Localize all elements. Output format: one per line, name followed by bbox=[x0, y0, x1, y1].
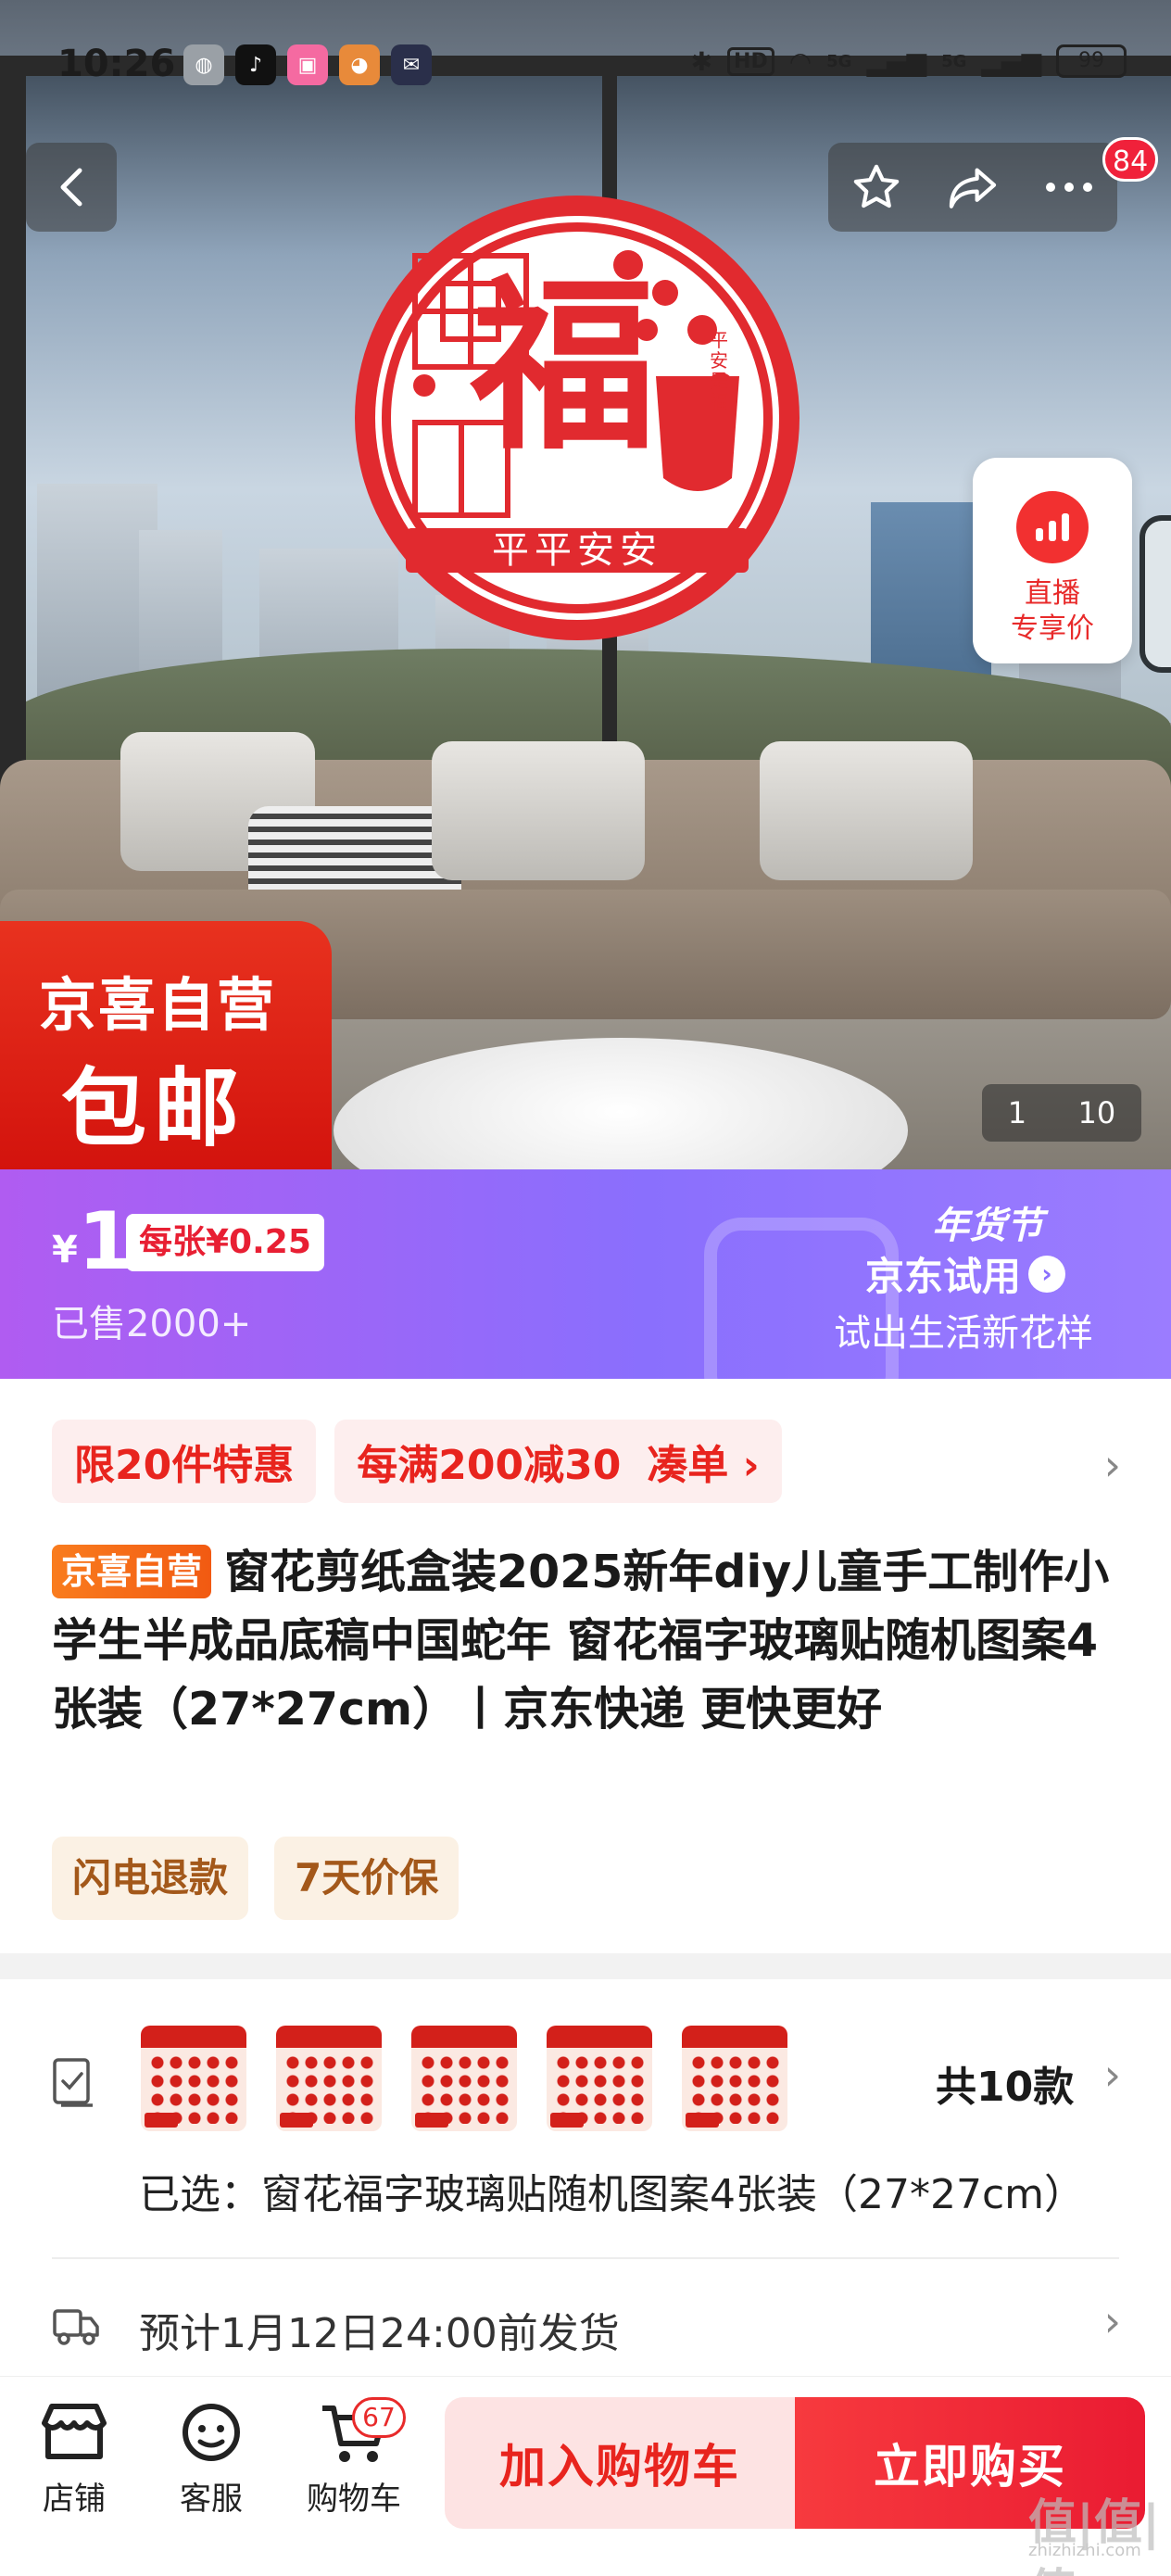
battery-icon: 99 bbox=[1056, 44, 1127, 78]
service-fast-refund[interactable]: 闪电退款 bbox=[52, 1837, 249, 1920]
signal-icon: ▂▄▆ bbox=[981, 45, 1041, 77]
variant-thumbnails[interactable] bbox=[141, 2026, 787, 2131]
top-actions bbox=[828, 143, 1117, 232]
variant-thumbnail[interactable] bbox=[547, 2026, 652, 2131]
price-amount: 1 bbox=[78, 1195, 133, 1288]
image-index: 1 bbox=[1007, 1095, 1027, 1130]
selected-variant[interactable]: 已选：窗花福字玻璃贴随机图案4张装（27*27cm） bbox=[139, 2161, 1149, 2220]
promo-row[interactable]: 限20件特惠 每满200减30 凑单 › bbox=[52, 1420, 782, 1503]
sold-count: 已售2000+ bbox=[52, 1303, 252, 1345]
jd-trial-link[interactable]: 京东试用 › bbox=[865, 1245, 1066, 1302]
chevron-right-icon: › bbox=[1028, 1255, 1066, 1293]
favorite-button[interactable] bbox=[828, 143, 925, 232]
currency-symbol: ¥ bbox=[52, 1229, 78, 1271]
variant-thumbnail[interactable] bbox=[276, 2026, 382, 2131]
promo-addon-label: 凑单 bbox=[647, 1442, 729, 1489]
customer-service-icon bbox=[183, 2404, 240, 2461]
free-shipping: 包邮 bbox=[61, 1059, 247, 1158]
variant-thumbnail[interactable] bbox=[141, 2026, 246, 2131]
promo-addon-link[interactable]: 凑单 › bbox=[647, 1432, 759, 1491]
nav-cart-label: 购物车 bbox=[307, 2481, 401, 2518]
live-icon bbox=[1016, 491, 1089, 563]
promo-limited[interactable]: 限20件特惠 bbox=[52, 1420, 317, 1503]
fu-blessing: 平平安安 bbox=[492, 529, 662, 572]
fu-character: 福 bbox=[470, 258, 656, 475]
vase-text: 平安是福 bbox=[710, 329, 728, 412]
variant-count[interactable]: 共10款 bbox=[936, 2053, 1074, 2113]
side-floating-widget[interactable] bbox=[1140, 515, 1171, 673]
nav-service-label: 客服 bbox=[180, 2481, 243, 2518]
nav-service[interactable]: 客服 bbox=[146, 2399, 276, 2519]
chevron-right-icon[interactable]: › bbox=[1104, 1440, 1121, 1490]
signal-5g-1: 5G bbox=[826, 51, 852, 71]
chevron-right-icon[interactable]: › bbox=[1104, 2296, 1121, 2346]
tiktok-icon: ♪ bbox=[235, 44, 276, 85]
store-tag: 京喜自营 bbox=[52, 1545, 212, 1598]
spec-card: 共10款 › 已选：窗花福字玻璃贴随机图案4张装（27*27cm） 预计1月12… bbox=[0, 1979, 1171, 2387]
status-bar: 10:26 ◍ ♪ ▣ ◕ ✉ ✱ HD ◠ 5G ▂▄▆ 5G ▂▄▆ 99 bbox=[0, 0, 1171, 111]
chevron-left-icon bbox=[60, 168, 82, 207]
promo-label: 限20件特惠 bbox=[74, 1442, 295, 1489]
fu-paper-cut: 福 平平安安 平安是福 bbox=[350, 191, 804, 645]
signal-5g-2: 5G bbox=[941, 51, 967, 71]
jingxi-self-operated: 京喜自营 bbox=[39, 971, 277, 1039]
promo-discount[interactable]: 每满200减30 凑单 › bbox=[334, 1420, 782, 1503]
cart-count-badge: 67 bbox=[352, 2397, 406, 2438]
divider bbox=[52, 2257, 1119, 2259]
star-icon bbox=[853, 164, 900, 208]
variant-thumbnail[interactable] bbox=[682, 2026, 787, 2131]
nav-store-label: 店铺 bbox=[43, 2481, 106, 2518]
watermark-logo: 值|值|值 bbox=[1028, 2495, 1160, 2576]
wifi-icon: ◠ bbox=[788, 45, 812, 77]
festival-label: 年货节 bbox=[932, 1204, 1043, 1247]
chevron-right-icon[interactable]: › bbox=[1104, 2050, 1121, 2100]
wechat-icon: ◍ bbox=[183, 44, 224, 85]
image-counter: 1 10 bbox=[982, 1084, 1141, 1142]
pillow bbox=[432, 741, 645, 880]
live-label: 直播 bbox=[1025, 577, 1080, 610]
notification-icons: ◍ ♪ ▣ ◕ ✉ bbox=[183, 44, 432, 85]
signal-icon: ▂▄▆ bbox=[866, 45, 927, 77]
service-price-protection[interactable]: 7天价保 bbox=[274, 1837, 460, 1920]
trial-slogan: 试出生活新花样 bbox=[834, 1312, 1093, 1355]
selection-icon bbox=[53, 2058, 93, 2107]
price-banner: ¥ 1 每张¥0.25 已售2000+ 年货节 京东试用 › 试出生活新花样 bbox=[0, 1169, 1171, 1379]
nav-store[interactable]: 店铺 bbox=[9, 2399, 139, 2519]
unit-price: 每张¥0.25 bbox=[126, 1214, 324, 1271]
product-title: 京喜自营 窗花剪纸盒装2025新年diy儿童手工制作小学生半成品底稿中国蛇年 窗花… bbox=[52, 1538, 1127, 1744]
bluetooth-icon: ✱ bbox=[690, 45, 713, 77]
variant-thumbnail[interactable] bbox=[411, 2026, 517, 2131]
app-icon: ◕ bbox=[339, 44, 380, 85]
mail-icon: ✉ bbox=[391, 44, 432, 85]
promo-label: 每满200减30 bbox=[357, 1442, 622, 1489]
live-price-card[interactable]: 直播 专享价 bbox=[973, 458, 1132, 663]
jd-trial-label: 京东试用 bbox=[865, 1254, 1022, 1299]
message-count-badge: 84 bbox=[1102, 137, 1159, 182]
shipping-estimate[interactable]: 预计1月12日24:00前发货 bbox=[139, 2300, 620, 2359]
product-info-card: 限20件特惠 每满200减30 凑单 › › 京喜自营 窗花剪纸盒装2025新年d… bbox=[0, 1379, 1171, 1953]
share-icon bbox=[949, 168, 997, 208]
truck-icon bbox=[53, 2309, 99, 2345]
share-button[interactable] bbox=[925, 143, 1021, 232]
status-time: 10:26 bbox=[57, 43, 176, 85]
status-indicators: ✱ HD ◠ 5G ▂▄▆ 5G ▂▄▆ 99 bbox=[691, 44, 1127, 78]
more-icon bbox=[1046, 183, 1092, 192]
live-price-label: 专享价 bbox=[1011, 612, 1094, 645]
hd-icon: HD bbox=[727, 46, 774, 76]
image-total: 10 bbox=[1077, 1095, 1116, 1130]
add-to-cart-button[interactable]: 加入购物车 bbox=[445, 2397, 795, 2529]
store-icon bbox=[42, 2404, 107, 2459]
bottom-action-bar: 店铺 客服 购物车 67 加入购物车 立即购买 bbox=[0, 2376, 1171, 2576]
pillow bbox=[760, 741, 973, 880]
bilibili-icon: ▣ bbox=[287, 44, 328, 85]
watermark-url: zhizhizhi.com bbox=[1028, 2541, 1141, 2560]
back-button[interactable] bbox=[26, 143, 117, 232]
jingxi-badge: 京喜自营 包邮 bbox=[0, 921, 332, 1169]
service-row[interactable]: 闪电退款 7天价保 bbox=[52, 1837, 460, 1920]
